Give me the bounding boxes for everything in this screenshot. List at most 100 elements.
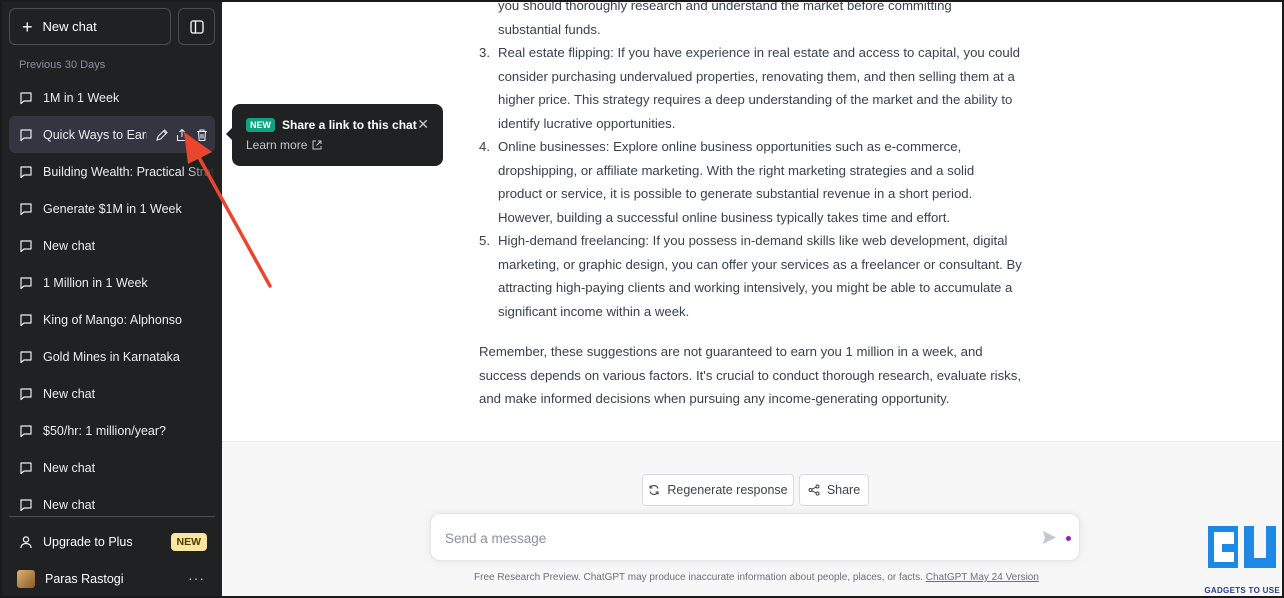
share-label: Share bbox=[826, 483, 861, 497]
main-content: you should thoroughly research and under… bbox=[222, 0, 1284, 598]
list-number: 3. bbox=[479, 45, 490, 60]
chat-bubble-icon bbox=[20, 461, 32, 474]
chat-history-item[interactable]: Gold Mines in Karnataka bbox=[9, 338, 215, 375]
chat-history-item[interactable]: King of Mango: Alphonso bbox=[9, 301, 215, 338]
more-options-icon[interactable]: ··· bbox=[188, 570, 205, 586]
upgrade-label: Upgrade to Plus bbox=[43, 535, 133, 549]
response-list: you should thoroughly research and under… bbox=[479, 0, 1039, 323]
chat-history-item[interactable]: New chat bbox=[9, 486, 215, 523]
regenerate-label: Regenerate response bbox=[667, 483, 788, 497]
title-fade bbox=[185, 301, 215, 338]
response-line: marketing, or graphic design, you can of… bbox=[498, 256, 1022, 272]
response-line: significant income within a week. bbox=[498, 303, 690, 319]
user-icon bbox=[20, 536, 32, 549]
chat-bubble-icon bbox=[20, 128, 32, 141]
assistant-response: you should thoroughly research and under… bbox=[479, 0, 1039, 411]
edit-icon[interactable] bbox=[155, 128, 169, 142]
response-list-item: 5. High-demand freelancing: If you posses… bbox=[479, 229, 1039, 323]
chat-history-item[interactable]: 1M in 1 Week bbox=[9, 79, 215, 116]
list-number: 4. bbox=[479, 139, 490, 154]
chat-bubble-icon bbox=[20, 91, 32, 104]
chat-title: $50/hr: 1 million/year? bbox=[43, 423, 166, 438]
title-fade bbox=[185, 449, 215, 486]
share-icon bbox=[808, 484, 820, 496]
new-badge: NEW bbox=[170, 533, 207, 551]
chat-title: 1 Million in 1 Week bbox=[43, 275, 148, 290]
chat-title: Quick Ways to Earn bbox=[43, 127, 147, 142]
response-line: and make informed decisions when pursuin… bbox=[479, 391, 950, 406]
title-fade bbox=[185, 375, 215, 412]
external-link-icon bbox=[312, 140, 322, 150]
plus-icon: + bbox=[22, 16, 33, 37]
response-line: product or service, it is possible to ge… bbox=[498, 186, 973, 201]
refresh-icon bbox=[649, 485, 659, 495]
chat-bubble-icon bbox=[20, 276, 32, 289]
tooltip-title: Share a link to this chat bbox=[282, 118, 417, 132]
composer-area: Regenerate response Share Free Research … bbox=[222, 441, 1284, 598]
response-line: dropshipping, or affiliate marketing. Wi… bbox=[498, 162, 975, 178]
response-line: you should thoroughly research and under… bbox=[498, 0, 952, 13]
user-profile-button[interactable]: Paras Rastogi ··· bbox=[9, 561, 215, 597]
watermark-text: GADGETS TO USE bbox=[1204, 586, 1280, 595]
close-icon[interactable]: ✕ bbox=[417, 116, 429, 133]
response-line: attracting high-paying clients and worki… bbox=[498, 280, 1013, 295]
response-line: However, building a successful online bu… bbox=[498, 209, 951, 225]
section-label-previous-30-days: Previous 30 Days bbox=[19, 59, 106, 71]
title-fade bbox=[185, 79, 215, 116]
response-closing-paragraph: Remember, these suggestions are not guar… bbox=[479, 340, 1039, 411]
version-link[interactable]: ChatGPT May 24 Version bbox=[926, 572, 1039, 583]
title-fade bbox=[185, 412, 215, 449]
response-line: Remember, these suggestions are not guar… bbox=[479, 344, 983, 359]
response-list-item: 3. Real estate flipping: If you have expe… bbox=[479, 41, 1039, 135]
gadgets-to-use-logo bbox=[1208, 526, 1276, 568]
chat-history-item[interactable]: New chat bbox=[9, 375, 215, 412]
response-list-item: you should thoroughly research and under… bbox=[479, 0, 1039, 41]
chat-title: Generate $1M in 1 Week bbox=[43, 201, 182, 216]
new-chat-label: New chat bbox=[42, 19, 97, 34]
chat-bubble-icon bbox=[20, 313, 32, 326]
regenerate-response-button[interactable]: Regenerate response bbox=[642, 474, 794, 506]
upgrade-to-plus-button[interactable]: Upgrade to Plus NEW bbox=[9, 524, 215, 560]
chat-title: New chat bbox=[43, 238, 96, 253]
title-fade bbox=[185, 338, 215, 375]
response-line: High-demand freelancing: If you possess … bbox=[498, 233, 1008, 248]
extension-indicator-dot bbox=[1066, 536, 1071, 541]
annotation-arrow bbox=[184, 132, 272, 288]
chat-history-item[interactable]: New chat bbox=[9, 449, 215, 486]
chat-bubble-icon bbox=[20, 165, 32, 178]
response-line: identify lucrative opportunities. bbox=[498, 115, 676, 131]
chat-title: 1M in 1 Week bbox=[43, 90, 120, 105]
list-number: 5. bbox=[479, 233, 490, 248]
response-line: success depends on various factors. It's… bbox=[479, 367, 1022, 383]
chat-bubble-icon bbox=[20, 239, 32, 252]
user-name: Paras Rastogi bbox=[45, 572, 124, 586]
toggle-sidebar-button[interactable] bbox=[178, 8, 215, 45]
avatar bbox=[17, 570, 35, 588]
sidebar-toggle-icon bbox=[189, 19, 204, 34]
share-button[interactable]: Share bbox=[799, 474, 869, 506]
response-list-item: 4. Online businesses: Explore online busi… bbox=[479, 135, 1039, 229]
send-icon[interactable] bbox=[1042, 530, 1057, 545]
sidebar-divider bbox=[9, 516, 215, 517]
response-line: consider purchasing undervalued properti… bbox=[498, 68, 1015, 84]
chat-bubble-icon bbox=[20, 424, 32, 437]
footer-text: Free Research Preview. ChatGPT may produ… bbox=[474, 572, 923, 583]
chat-title: Gold Mines in Karnataka bbox=[43, 349, 180, 364]
chat-bubble-icon bbox=[20, 387, 32, 400]
title-fade bbox=[185, 486, 215, 523]
response-line: Online businesses: Explore online busine… bbox=[498, 139, 962, 154]
response-line: Real estate flipping: If you have experi… bbox=[498, 45, 1020, 60]
chat-bubble-icon bbox=[20, 350, 32, 363]
response-line: higher price. This strategy requires a d… bbox=[498, 92, 1013, 107]
chat-title: New chat bbox=[43, 386, 96, 401]
chat-bubble-icon bbox=[20, 498, 32, 511]
chat-bubble-icon bbox=[20, 202, 32, 215]
chat-title: New chat bbox=[43, 460, 96, 475]
response-line: substantial funds. bbox=[498, 21, 601, 37]
chat-history-item[interactable]: $50/hr: 1 million/year? bbox=[9, 412, 215, 449]
message-composer bbox=[430, 513, 1080, 561]
message-input[interactable] bbox=[445, 528, 1005, 548]
chat-title: King of Mango: Alphonso bbox=[43, 312, 182, 327]
new-chat-button[interactable]: + New chat bbox=[9, 8, 171, 45]
footer-note: Free Research Preview. ChatGPT may produ… bbox=[474, 572, 1039, 583]
